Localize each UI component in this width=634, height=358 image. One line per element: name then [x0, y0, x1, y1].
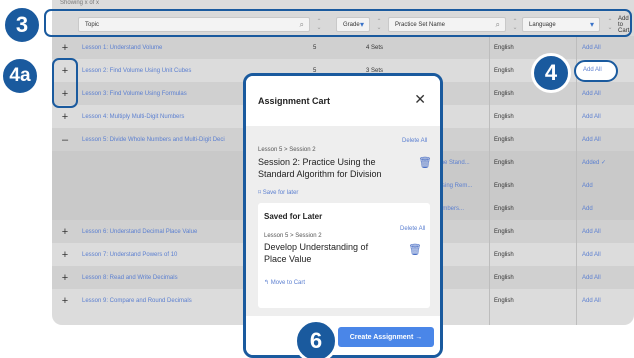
topic-cell[interactable]: Lesson 7: Understand Powers of 10 [82, 252, 177, 258]
saved-delete-all-button[interactable]: Delete All [400, 226, 425, 232]
modal-body: Delete All Lesson 5 > Session 2 Session … [246, 126, 440, 316]
add-all-link[interactable]: Add All [582, 45, 601, 51]
session-cell[interactable]: the Stand... [439, 160, 470, 166]
saved-item-title: Develop Understanding of Place Value [264, 242, 369, 264]
topic-cell[interactable]: Lesson 8: Read and Write Decimals [82, 275, 178, 281]
filter-header-highlight [44, 9, 632, 37]
add-all-link[interactable]: Add All [582, 114, 601, 120]
add-link[interactable]: Add [582, 183, 593, 189]
callout-4: 4 [531, 53, 571, 93]
topic-cell[interactable]: Lesson 1: Understand Volume [82, 45, 162, 51]
saved-item-breadcrumb: Lesson 5 > Session 2 [264, 233, 322, 239]
expand-icon[interactable]: + [60, 111, 70, 123]
modal-title: Assignment Cart [258, 96, 331, 106]
language-cell: English [494, 228, 514, 235]
language-cell: English [494, 159, 514, 166]
add-all-link[interactable]: Add All [582, 252, 601, 258]
language-cell: English [494, 205, 514, 212]
add-link[interactable]: Add [582, 206, 593, 212]
topic-cell[interactable]: Lesson 3: Find Volume Using Formulas [82, 91, 187, 97]
delete-all-button[interactable]: Delete All [402, 138, 427, 144]
added-status: Added ✓ [582, 160, 607, 166]
trash-icon[interactable]: 🗑 [418, 156, 432, 169]
language-cell: English [494, 136, 514, 143]
topic-cell[interactable]: Lesson 4: Multiply Multi-Digit Numbers [82, 114, 184, 120]
modal-header: Assignment Cart ✕ [246, 76, 440, 126]
add-all-link[interactable]: Add All [582, 137, 601, 143]
showing-count: Showing x of x [60, 0, 100, 6]
saved-for-later-title: Saved for Later [264, 212, 323, 221]
column-divider [489, 36, 490, 325]
expand-highlight [52, 58, 78, 108]
callout-3: 3 [2, 5, 42, 45]
language-cell: English [494, 297, 514, 304]
create-assignment-button[interactable]: Create Assignment → [338, 327, 434, 347]
callout-4a: 4a [0, 56, 40, 96]
language-cell: English [494, 90, 514, 97]
add-all-link[interactable]: Add All [582, 275, 601, 281]
cart-item-title: Session 2: Practice Using the Standard A… [258, 157, 382, 179]
language-cell: English [494, 44, 514, 51]
expand-icon[interactable]: + [60, 226, 70, 238]
topic-cell[interactable]: Lesson 2: Find Volume Using Unit Cubes [82, 68, 191, 74]
trash-icon[interactable]: 🗑 [408, 243, 422, 256]
save-for-later-label: Save for later [262, 190, 299, 196]
cart-item-breadcrumb: Lesson 5 > Session 2 [258, 147, 316, 153]
language-cell: English [494, 67, 514, 74]
expand-icon[interactable]: + [60, 272, 70, 284]
callout-6: 6 [294, 319, 338, 358]
language-cell: English [494, 274, 514, 281]
topic-cell[interactable]: Lesson 6: Understand Decimal Place Value [82, 229, 197, 235]
add-all-link[interactable]: Add All [582, 298, 601, 304]
add-all-link[interactable]: Add All [582, 91, 601, 97]
sets-cell: 4 Sets [366, 44, 384, 51]
add-all-link[interactable]: Add All [582, 229, 601, 235]
language-cell: English [494, 251, 514, 258]
close-icon[interactable]: ✕ [414, 91, 426, 108]
save-for-later-link[interactable]: ⌑ Save for later [258, 189, 298, 196]
grade-cell: 5 [313, 44, 317, 51]
collapse-icon[interactable]: – [60, 134, 70, 146]
expand-icon[interactable]: + [60, 295, 70, 307]
move-to-cart-label: Move to Cart [270, 280, 306, 286]
assignment-cart-modal: Assignment Cart ✕ Delete All Lesson 5 > … [243, 73, 443, 358]
expand-icon[interactable]: + [60, 42, 70, 54]
session-cell[interactable]: ssing Rem... [439, 183, 472, 189]
expand-icon[interactable]: + [60, 249, 70, 261]
topic-cell[interactable]: Lesson 5: Divide Whole Numbers and Multi… [82, 137, 225, 143]
move-to-cart-link[interactable]: ↰ Move to Cart [264, 279, 305, 286]
topic-cell[interactable]: Lesson 9: Compare and Round Decimals [82, 298, 192, 304]
add-all-highlighted-link[interactable]: Add All [583, 67, 602, 73]
language-cell: English [494, 113, 514, 120]
language-cell: English [494, 182, 514, 189]
saved-for-later-card: Saved for Later Delete All Lesson 5 > Se… [258, 203, 430, 308]
modal-footer: Create Assignment → [246, 316, 440, 355]
